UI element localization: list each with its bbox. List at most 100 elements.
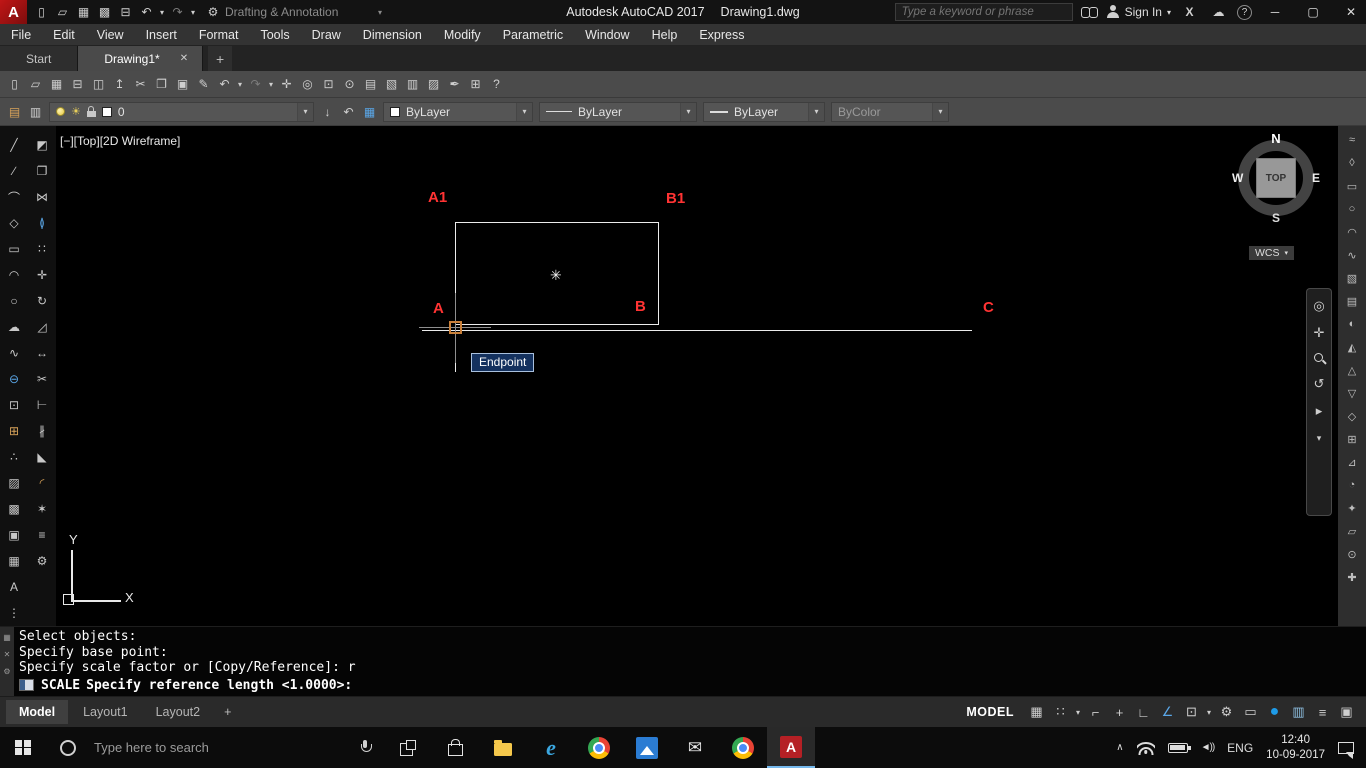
taskbar-edge[interactable]: e (527, 727, 575, 768)
showmotion-icon[interactable]: ▸ (1310, 403, 1328, 419)
layer-properties-icon[interactable]: ▤ (4, 101, 25, 122)
qa-plot-icon[interactable]: ⊟ (115, 2, 136, 23)
explode-icon[interactable]: ✶ (31, 498, 53, 520)
qa-save-icon[interactable]: ▦ (73, 2, 94, 23)
modeling-tool-icon[interactable]: ∿ (1342, 245, 1362, 265)
dynamic-input-icon[interactable]: + (1108, 701, 1131, 723)
maximize-button[interactable]: ▢ (1298, 0, 1328, 24)
markup-icon[interactable]: ✒ (444, 74, 465, 95)
menu-window[interactable]: Window (574, 25, 640, 45)
table-icon[interactable]: ▦ (3, 550, 25, 572)
open-file-icon[interactable]: ▱ (25, 74, 46, 95)
menu-insert[interactable]: Insert (135, 25, 188, 45)
tab-drawing1[interactable]: Drawing1* ✕ (78, 46, 204, 71)
redo-icon[interactable]: ↷ (245, 74, 266, 95)
autocad-logo-icon[interactable]: A (0, 0, 27, 24)
layer-on-bulb-icon[interactable] (56, 107, 65, 116)
modeling-tool-icon[interactable]: ✦ (1342, 498, 1362, 518)
workspace-gear-icon[interactable]: ⚙ (1215, 701, 1238, 723)
viewcube-west[interactable]: W (1232, 171, 1243, 185)
new-drawing-tab-button[interactable]: + (208, 46, 233, 71)
workspace-dropdown-icon[interactable]: ▾ (378, 8, 382, 17)
move-icon[interactable]: ✛ (31, 264, 53, 286)
mtext-icon[interactable]: A (3, 576, 25, 598)
layer-previous-icon[interactable]: ↶ (338, 101, 359, 122)
modeling-tool-icon[interactable]: ◇ (1342, 406, 1362, 426)
start-button[interactable] (0, 727, 46, 768)
paste-icon[interactable]: ▣ (172, 74, 193, 95)
menu-file[interactable]: File (0, 25, 42, 45)
polyline-icon[interactable]: ⌒ (3, 186, 25, 208)
more-tools-icon[interactable]: ⋮ (3, 602, 25, 624)
polygon-icon[interactable]: ◇ (3, 212, 25, 234)
copy-icon[interactable]: ❐ (151, 74, 172, 95)
close-button[interactable]: ✕ (1336, 0, 1366, 24)
modeling-tool-icon[interactable]: ⊿ (1342, 452, 1362, 472)
cut-icon[interactable]: ✂ (130, 74, 151, 95)
circle-icon[interactable]: ○ (3, 290, 25, 312)
command-prompt-row[interactable]: SCALE Specify reference length <1.0000>: (19, 678, 1366, 693)
array-icon[interactable]: ∷ (31, 238, 53, 260)
command-grip-icon[interactable]: ▦ (2, 632, 12, 642)
menu-help[interactable]: Help (641, 25, 689, 45)
lineweight-combo-arrow-icon[interactable]: ▾ (808, 102, 824, 121)
tab-layout2[interactable]: Layout2 (143, 700, 213, 724)
arc-icon[interactable]: ◠ (3, 264, 25, 286)
wifi-icon[interactable] (1137, 741, 1155, 755)
erase-icon[interactable]: ◩ (31, 134, 53, 156)
modeling-tool-icon[interactable]: △ (1342, 360, 1362, 380)
layer-states-icon[interactable]: ▥ (25, 101, 46, 122)
undo-dropdown-icon[interactable]: ▾ (235, 74, 245, 95)
annotation-scale-icon[interactable]: ▭ (1239, 701, 1262, 723)
signin-button[interactable]: Sign In ▾ (1106, 5, 1171, 19)
modeling-tool-icon[interactable]: ▤ (1342, 291, 1362, 311)
plot-preview-icon[interactable]: ◫ (88, 74, 109, 95)
taskbar-chrome[interactable] (575, 727, 623, 768)
qa-undo-arrow-icon[interactable]: ▾ (157, 2, 167, 23)
new-file-icon[interactable]: ▯ (4, 74, 25, 95)
menu-parametric[interactable]: Parametric (492, 25, 574, 45)
dictation-button[interactable] (345, 727, 385, 768)
layer-freeze-icon[interactable]: ☀ (71, 105, 81, 118)
action-center-icon[interactable] (1338, 741, 1354, 759)
model-space-badge[interactable]: MODEL (966, 705, 1014, 719)
minimize-button[interactable]: ─ (1260, 0, 1290, 24)
qa-undo-icon[interactable]: ↶ (136, 2, 157, 23)
construction-line-icon[interactable]: ∕ (3, 160, 25, 182)
modeling-tool-icon[interactable]: ▱ (1342, 521, 1362, 541)
make-object-layer-current-icon[interactable]: ↓ (317, 101, 338, 122)
line-tool-icon[interactable]: ╱ (3, 134, 25, 156)
taskbar-photos[interactable] (623, 727, 671, 768)
modeling-tool-icon[interactable]: ▭ (1342, 176, 1362, 196)
region-icon[interactable]: ▣ (3, 524, 25, 546)
gradient-icon[interactable]: ▩ (3, 498, 25, 520)
ortho-icon[interactable]: ∟ (1132, 701, 1155, 723)
taskbar-store[interactable] (431, 727, 479, 768)
lineweight-combo[interactable]: ByLayer ▾ (703, 101, 825, 122)
menu-view[interactable]: View (86, 25, 135, 45)
modeling-tool-icon[interactable]: ✚ (1342, 567, 1362, 587)
linetype-combo[interactable]: ByLayer ▾ (539, 101, 697, 122)
modeling-tool-icon[interactable]: ▽ (1342, 383, 1362, 403)
infer-constraints-icon[interactable]: ⌐ (1084, 701, 1107, 723)
trim-icon[interactable]: ✂ (31, 368, 53, 390)
qa-redo-icon[interactable]: ↷ (167, 2, 188, 23)
navbar-menu-arrow-icon[interactable]: ▾ (1310, 430, 1328, 446)
tab-close-icon[interactable]: ✕ (180, 53, 188, 64)
insert-block-icon[interactable]: ⊡ (3, 394, 25, 416)
zoom-icon[interactable] (1313, 352, 1326, 365)
viewcube-top-face[interactable]: TOP (1256, 158, 1296, 198)
cortana-button[interactable] (46, 727, 90, 768)
battery-icon[interactable] (1167, 742, 1191, 753)
modeling-tool-icon[interactable]: ≈ (1342, 130, 1362, 150)
snap-dropdown-icon[interactable]: ▾ (1073, 701, 1083, 723)
menu-draw[interactable]: Draw (301, 25, 352, 45)
toolpalettes-icon[interactable]: ▥ (402, 74, 423, 95)
spline-icon[interactable]: ∿ (3, 342, 25, 364)
zoom-previous-icon[interactable]: ⊙ (339, 74, 360, 95)
qa-redo-arrow-icon[interactable]: ▾ (188, 2, 198, 23)
menu-tools[interactable]: Tools (249, 25, 300, 45)
osnap-icon[interactable]: ⊡ (1180, 701, 1203, 723)
layer-combo-arrow-icon[interactable]: ▾ (297, 102, 313, 121)
customize-icon[interactable]: ≡ (1311, 701, 1334, 723)
